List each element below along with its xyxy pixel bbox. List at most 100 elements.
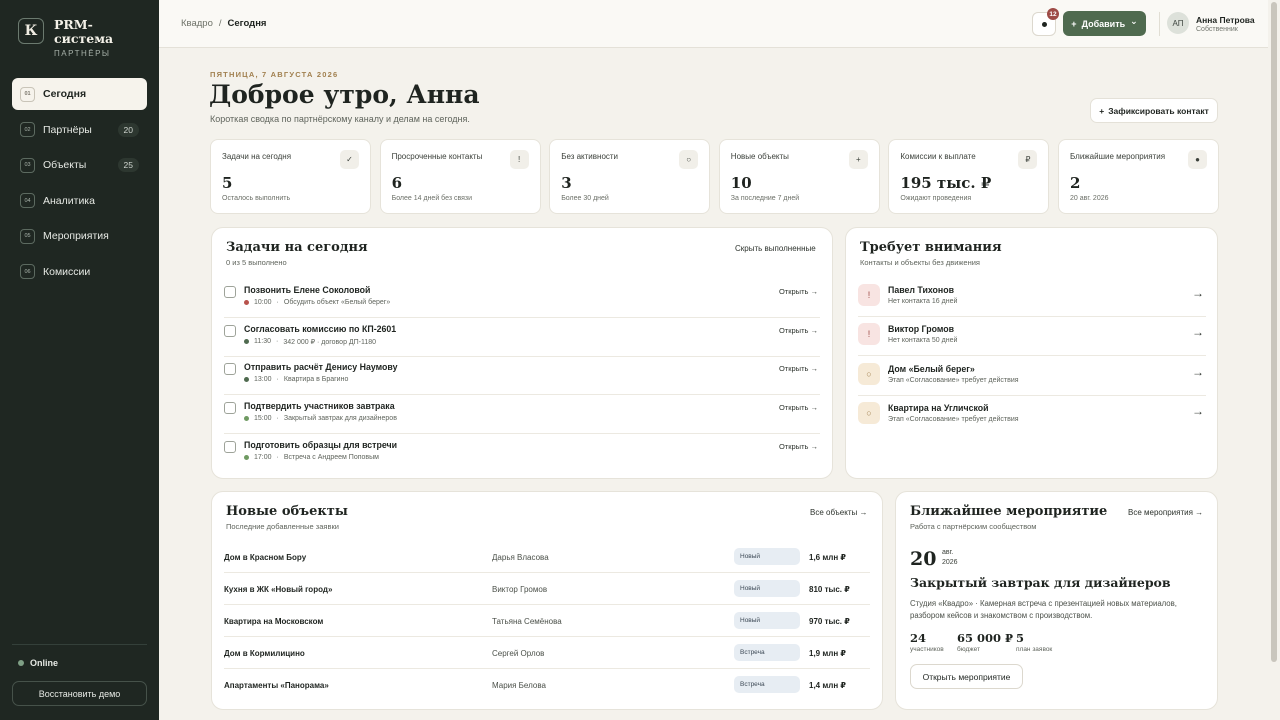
- all-events-link[interactable]: Все мероприятия →: [1128, 508, 1203, 517]
- restore-demo-button[interactable]: Восстановить демо: [12, 681, 147, 706]
- object-partner: Виктор Громов: [492, 585, 548, 594]
- page-scrollbar[interactable]: [1271, 2, 1277, 662]
- nav-count-badge: 20: [117, 122, 139, 137]
- kpi-label: Без активности: [561, 152, 619, 161]
- sidebar-item[interactable]: 02 Партнёры 20: [12, 114, 147, 146]
- kpi-card[interactable]: Без активности ○ 3 Более 30 дней: [549, 139, 711, 214]
- kpi-icon: ●: [1188, 150, 1207, 169]
- kpi-card[interactable]: Ближайшие мероприятия ● 2 20 авг. 2026: [1058, 139, 1219, 214]
- kpi-value: 3: [561, 174, 572, 192]
- hide-completed-link[interactable]: Скрыть выполненные: [735, 244, 816, 253]
- user-role: Собственник: [1196, 26, 1238, 33]
- user-name[interactable]: Анна Петрова: [1196, 15, 1255, 25]
- sidebar-item[interactable]: 06 Комиссии: [12, 256, 147, 288]
- topbar: Квадро / Сегодня 12 + Добавить ⌄ АП Анна…: [159, 0, 1268, 48]
- kpi-note: 20 авг. 2026: [1070, 195, 1109, 202]
- event-month: авг.: [942, 549, 954, 556]
- task-time: 11:30: [254, 338, 271, 346]
- arrow-right-icon[interactable]: →: [1192, 404, 1204, 418]
- open-event-button[interactable]: Открыть мероприятие: [910, 664, 1023, 689]
- brand-logo: К: [18, 18, 44, 44]
- event-stat-participants: 24 участников: [910, 631, 944, 653]
- object-partner: Мария Белова: [492, 681, 546, 690]
- add-button[interactable]: + Добавить ⌄: [1063, 11, 1146, 36]
- attention-item[interactable]: ○ Квартира на Угличской Этап «Согласование…: [858, 396, 1206, 435]
- sidebar: К PRM-система ПАРТНЁРЫ 01 Сегодня 02 Партнё…: [0, 0, 159, 720]
- kpi-card[interactable]: Комиссии к выплате ₽195 тыс. ₽ Ожидают про…: [888, 139, 1050, 214]
- tasks-title: Задачи на сегодня: [226, 240, 368, 255]
- stat-value: 24: [910, 631, 927, 645]
- task-open-link[interactable]: Открыть →: [779, 442, 818, 451]
- kpi-label: Новые объекты: [730, 152, 789, 161]
- attention-title: Дом «Белый берег»: [888, 363, 975, 374]
- kpi-card[interactable]: Новые объекты +10 За последние 7 дней: [718, 139, 880, 214]
- task-meta-separator: ·: [276, 453, 279, 461]
- sidebar-nav: 01 Сегодня 02 Партнёры 20 03 Объекты 25 04 Аналит…: [12, 78, 147, 291]
- stat-value: 5: [1016, 631, 1025, 645]
- table-row[interactable]: Квартира на Московском Татьяна Семёнова Но…: [224, 605, 870, 637]
- page-subtitle: Короткая сводка по партнёрскому каналу и…: [210, 114, 470, 124]
- task-checkbox[interactable]: [224, 402, 236, 415]
- task-open-link[interactable]: Открыть →: [779, 403, 818, 412]
- all-objects-link[interactable]: Все объекты →: [810, 508, 867, 517]
- sidebar-item[interactable]: 05 Мероприятия: [12, 220, 147, 252]
- priority-dot-icon: [244, 377, 249, 383]
- avatar[interactable]: АП: [1167, 12, 1189, 34]
- brand[interactable]: К PRM-система ПАРТНЁРЫ: [18, 18, 116, 58]
- arrow-right-icon[interactable]: →: [1192, 286, 1204, 300]
- task-meta: 15:00 · Закрытый завтрак для дизайнеров: [244, 415, 397, 422]
- table-row[interactable]: Дом в Кормилицино Сергей Орлов Встреча 1,9 …: [224, 637, 870, 669]
- task-title: Подготовить образцы для встречи: [244, 439, 398, 450]
- log-contact-button[interactable]: + Зафиксировать контакт: [1090, 98, 1218, 123]
- attention-item[interactable]: ! Павел Тихонов Нет контакта 16 дней →: [858, 278, 1206, 317]
- notifications-button[interactable]: 12: [1032, 8, 1059, 36]
- kpi-value: 2: [1070, 174, 1081, 192]
- stat-value: 65 000 ₽: [957, 631, 1014, 645]
- arrow-right-icon[interactable]: →: [1192, 365, 1204, 379]
- status-badge: Встреча: [734, 644, 800, 661]
- plus-icon: +: [1099, 105, 1105, 116]
- chevron-down-icon: ⌄: [1130, 16, 1138, 26]
- table-row[interactable]: Дом в Красном Бору Дарья Власова Новый 1,6 …: [224, 541, 870, 573]
- nav-label: Аналитика: [43, 194, 95, 207]
- kpi-card[interactable]: Задачи на сегодня ✓ 5 Осталось выполнить: [210, 139, 371, 214]
- object-name: Дом в Кормилицино: [224, 649, 305, 658]
- table-row[interactable]: Кухня в ЖК «Новый город» Виктор Громов Нов…: [224, 573, 870, 605]
- task-open-link[interactable]: Открыть →: [779, 326, 818, 335]
- pending-icon: ○: [858, 362, 880, 385]
- breadcrumb-current: Сегодня: [227, 18, 267, 29]
- breadcrumb-root[interactable]: Квадро: [181, 18, 213, 29]
- brand-subtitle: ПАРТНЁРЫ: [54, 49, 111, 58]
- task-open-link[interactable]: Открыть →: [779, 364, 818, 373]
- kpi-card[interactable]: Просроченные контакты! 6 Более 14 дней без…: [379, 139, 541, 214]
- task-checkbox[interactable]: [224, 324, 236, 337]
- task-checkbox[interactable]: [224, 440, 236, 453]
- task-meta-separator: ·: [276, 376, 279, 384]
- task-open-link[interactable]: Открыть →: [779, 287, 818, 296]
- event-day: 20: [910, 548, 937, 570]
- task-row: Позвонить Елене Соколовой 10:00 · Обсудить …: [224, 280, 820, 318]
- attention-item[interactable]: ○ Дом «Белый берег» Этап «Согласование» тр…: [858, 357, 1206, 396]
- arrow-right-icon[interactable]: →: [1192, 325, 1204, 339]
- table-row[interactable]: Апартаменты «Панорама» Мария Белова Встреч…: [224, 669, 870, 701]
- alert-icon: !: [858, 323, 880, 346]
- task-meta: 13:00 · Квартира в Брагино: [244, 376, 348, 383]
- nav-number: 01: [20, 86, 35, 102]
- task-title: Подтвердить участников завтрака: [244, 401, 395, 412]
- sidebar-item[interactable]: 04 Аналитика: [12, 185, 147, 217]
- event-name: Закрытый завтрак для дизайнеров: [910, 575, 1171, 590]
- task-meta-separator: ·: [276, 415, 279, 423]
- kpi-value: 195 тыс. ₽: [900, 174, 992, 192]
- kpi-note: За последние 7 дней: [730, 195, 800, 202]
- sidebar-item[interactable]: 01 Сегодня: [12, 78, 147, 110]
- stat-label: план заявок: [1016, 646, 1053, 653]
- attention-item[interactable]: ! Виктор Громов Нет контакта 50 дней →: [858, 317, 1206, 357]
- task-checkbox[interactable]: [224, 286, 236, 298]
- kpi-note: Более 30 дней: [561, 195, 609, 202]
- nav-number: 04: [20, 193, 35, 208]
- task-checkbox[interactable]: [224, 363, 236, 376]
- sidebar-item[interactable]: 03 Объекты 25: [12, 149, 147, 181]
- object-partner: Дарья Власова: [492, 553, 549, 562]
- breadcrumb: Квадро / Сегодня: [181, 18, 266, 29]
- event-stat-plan: 5 план заявок: [1016, 631, 1052, 653]
